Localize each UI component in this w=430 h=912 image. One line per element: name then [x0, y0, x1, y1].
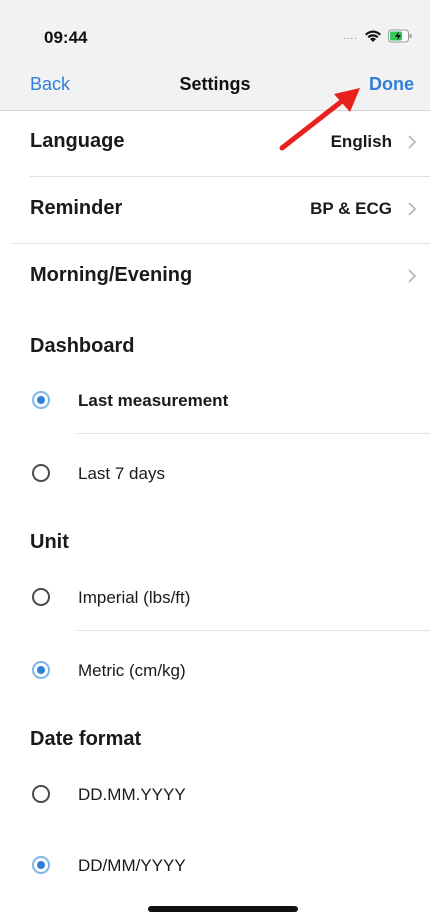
radio-label: Imperial (lbs/ft) [78, 588, 191, 607]
wifi-icon [365, 30, 381, 42]
unit-section-title: Unit [30, 531, 69, 553]
date-format-section-title: Date format [30, 728, 142, 750]
dashboard-option-last-7-days[interactable]: Last 7 days [0, 444, 430, 504]
dashboard-option-last-measurement[interactable]: Last measurement [0, 371, 430, 431]
radio-label: DD.MM.YYYY [78, 785, 186, 804]
dashboard-section-title: Dashboard [30, 335, 135, 357]
chevron-right-icon [408, 269, 416, 283]
done-button[interactable]: Done [369, 74, 414, 95]
status-time: 09:44 [44, 28, 88, 47]
home-indicator [148, 906, 298, 912]
reminder-row[interactable]: Reminder BP & ECG [0, 177, 430, 243]
radio-selected-icon[interactable] [32, 661, 50, 679]
date-format-option-slashes[interactable]: DD/MM/YYYY [0, 836, 430, 896]
radio-label: DD/MM/YYYY [78, 856, 186, 875]
radio-selected-icon[interactable] [32, 391, 50, 409]
language-label: Language [30, 130, 125, 152]
language-row[interactable]: Language English [0, 110, 430, 176]
morning-evening-row[interactable]: Morning/Evening [0, 244, 430, 310]
radio-selected-icon[interactable] [32, 856, 50, 874]
unit-option-imperial[interactable]: Imperial (lbs/ft) [0, 568, 430, 628]
battery-charging-icon [388, 29, 412, 43]
reminder-label: Reminder [30, 197, 123, 219]
chevron-right-icon [408, 202, 416, 216]
divider [76, 433, 430, 434]
morning-evening-label: Morning/Evening [30, 264, 193, 286]
status-icons: .... [343, 26, 412, 46]
radio-label: Last measurement [78, 391, 229, 410]
radio-unselected-icon[interactable] [32, 588, 50, 606]
radio-label: Last 7 days [78, 464, 165, 483]
reminder-value: BP & ECG [310, 199, 392, 218]
radio-unselected-icon[interactable] [32, 464, 50, 482]
date-format-option-dots[interactable]: DD.MM.YYYY [0, 765, 430, 825]
unit-option-metric[interactable]: Metric (cm/kg) [0, 641, 430, 701]
chevron-right-icon [408, 135, 416, 149]
radio-unselected-icon[interactable] [32, 785, 50, 803]
language-value: English [330, 132, 392, 151]
signal-dots-icon: .... [342, 30, 358, 42]
radio-label: Metric (cm/kg) [78, 661, 186, 680]
divider [76, 630, 430, 631]
